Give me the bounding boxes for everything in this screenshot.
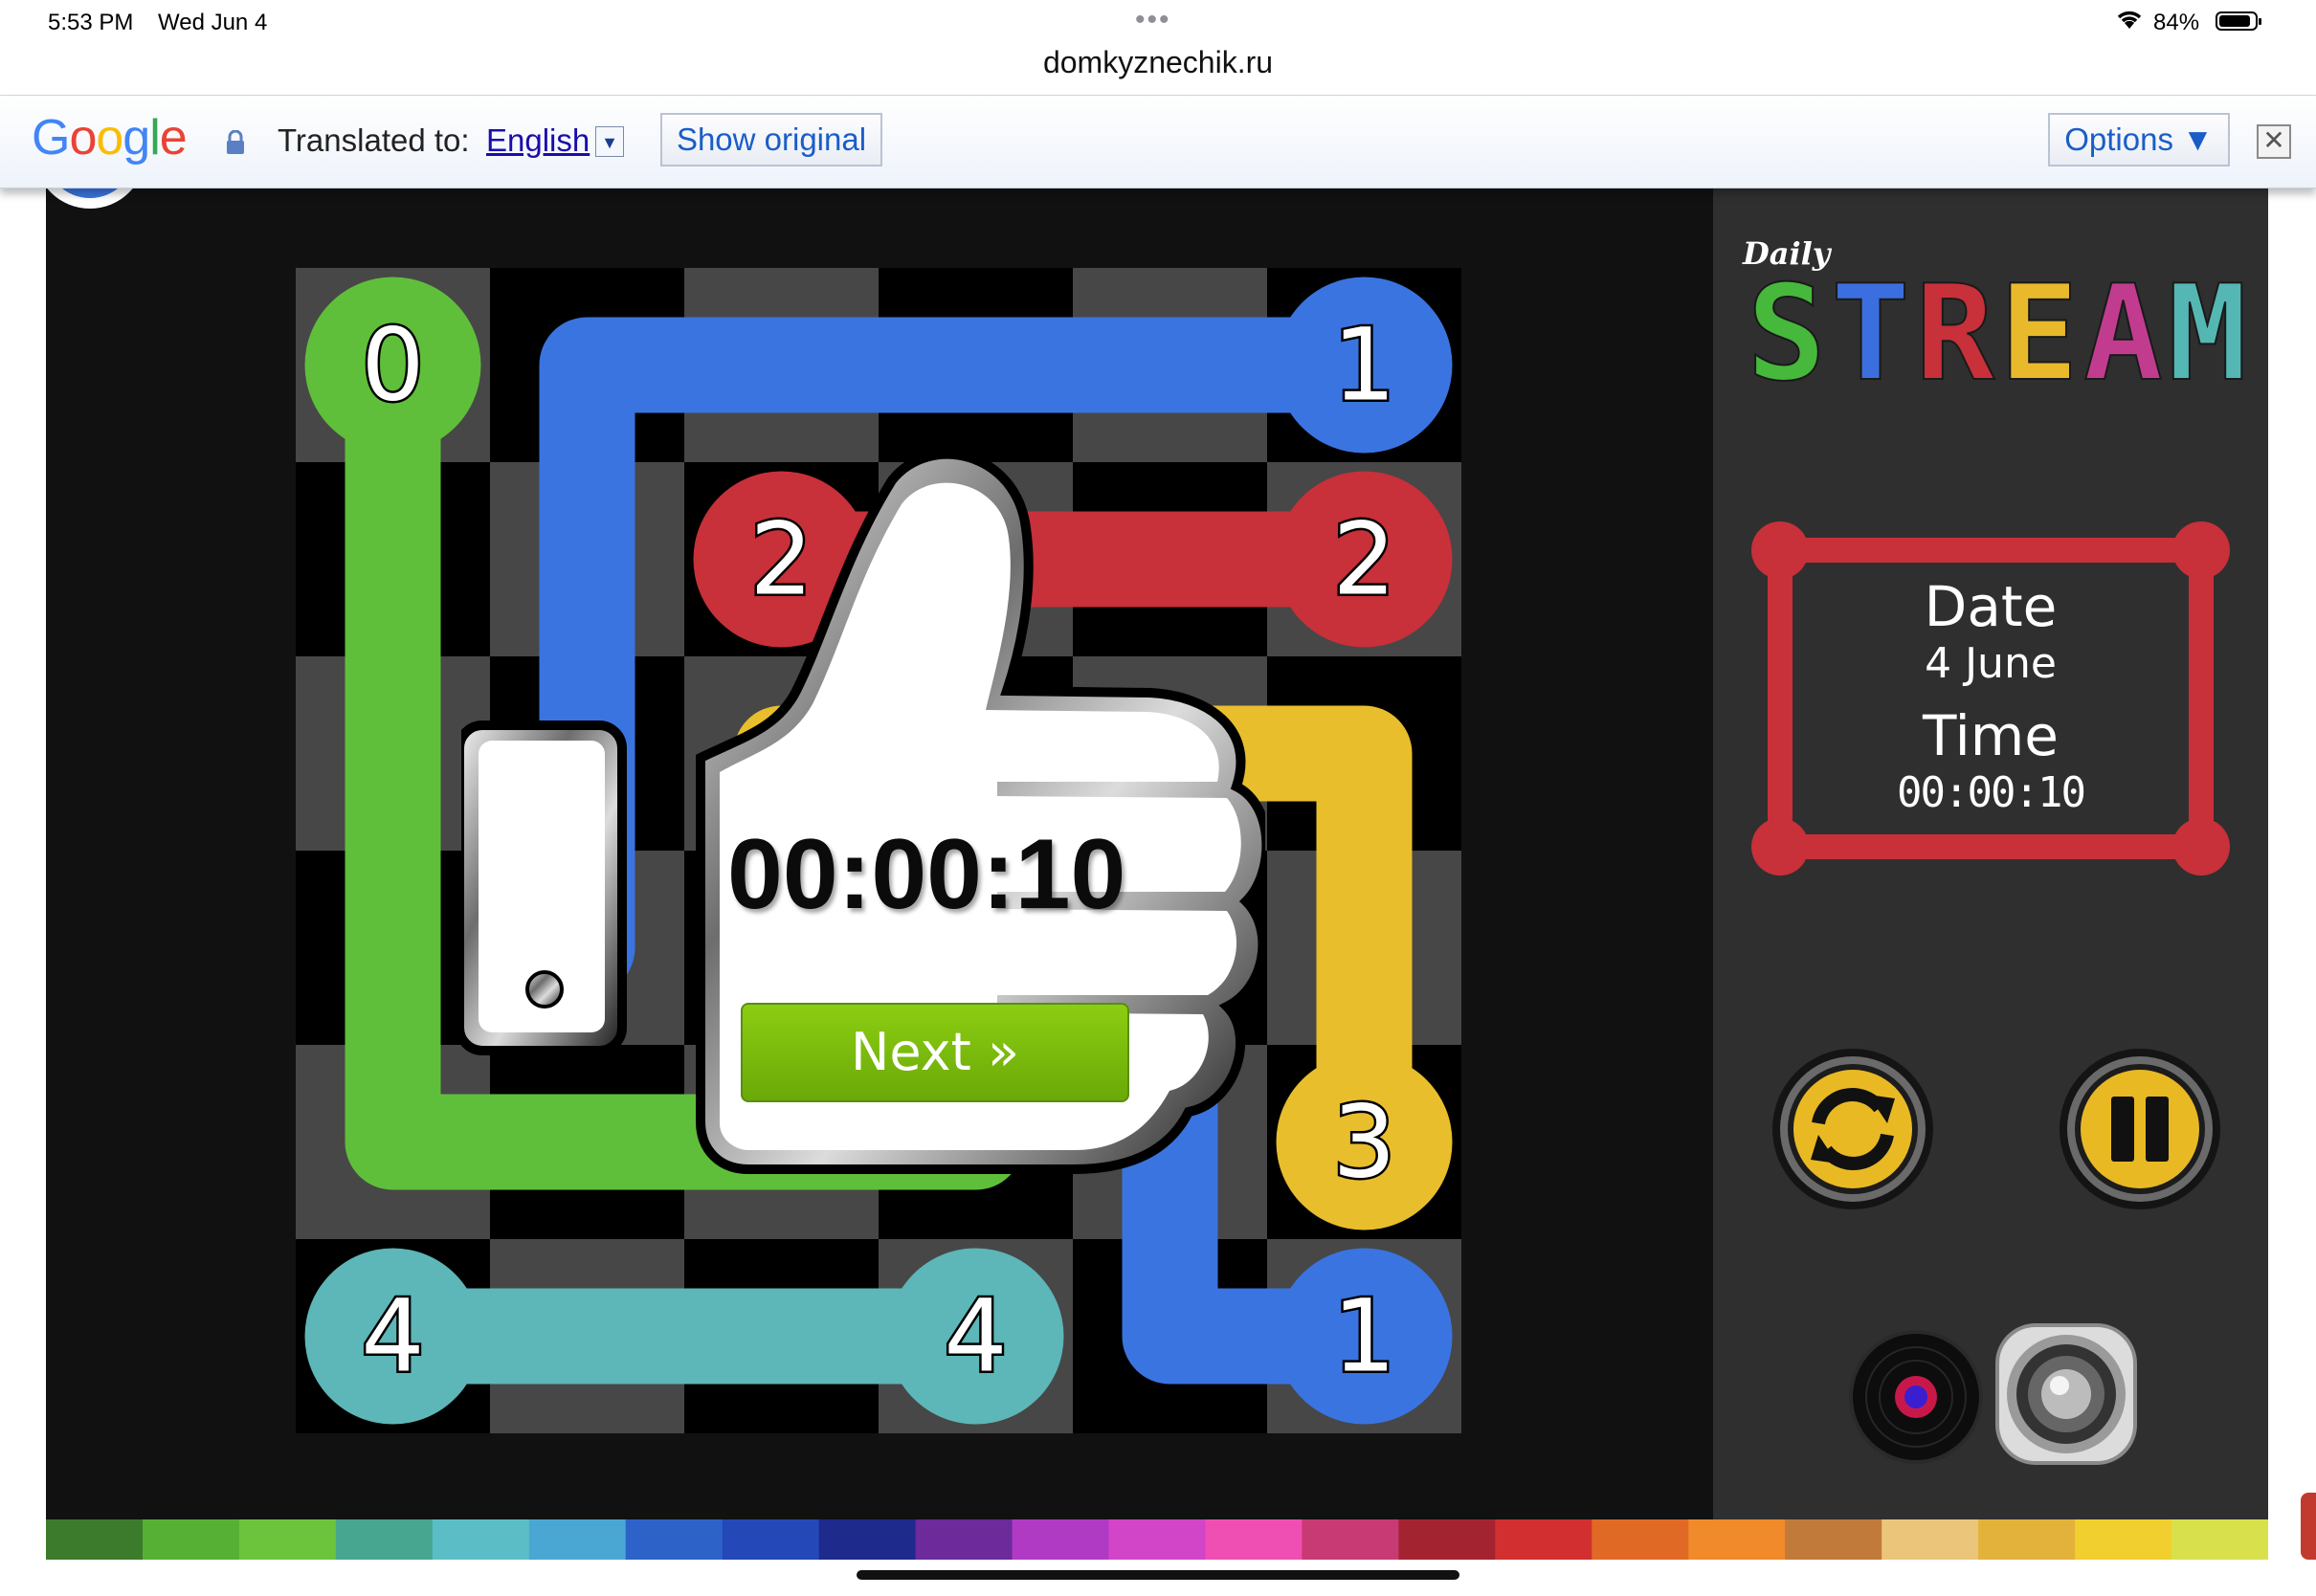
- music-record-icon: [1849, 1330, 1983, 1464]
- speaker-icon: [1995, 1323, 2137, 1465]
- palette-swatch: [2171, 1519, 2268, 1560]
- wifi-icon: [2117, 11, 2142, 29]
- palette-swatch: [818, 1519, 917, 1560]
- language-dropdown-icon[interactable]: ▼: [595, 126, 624, 157]
- edge-tab[interactable]: [2301, 1493, 2316, 1560]
- home-indicator[interactable]: [857, 1570, 1459, 1580]
- palette-swatch: [625, 1519, 724, 1560]
- logo-letter: M: [2168, 256, 2247, 398]
- logo-letter: S: [1747, 256, 1826, 398]
- palette-swatch: [915, 1519, 1013, 1560]
- daily-stream-logo: Daily STREAM: [1742, 235, 2248, 398]
- battery-icon: [2216, 11, 2261, 31]
- palette-swatch: [1302, 1519, 1400, 1560]
- palette-swatch: [1205, 1519, 1303, 1560]
- lock-icon: [227, 130, 244, 154]
- status-date: Wed Jun 4: [158, 10, 268, 35]
- google-logo: Google: [32, 110, 188, 166]
- translated-to-label: Translated to:: [278, 122, 470, 158]
- palette-swatch: [1978, 1519, 2077, 1560]
- palette-swatch: [432, 1519, 530, 1560]
- close-translate-button[interactable]: ✕: [2257, 124, 2291, 159]
- palette-swatch: [1882, 1519, 1980, 1560]
- time-label: Time: [1923, 703, 2059, 768]
- endpoint-label: 0: [361, 307, 424, 424]
- date-label: Date: [1924, 574, 2058, 639]
- music-toggle-button[interactable]: [1847, 1328, 1985, 1466]
- show-original-button[interactable]: Show original: [660, 113, 882, 166]
- completion-time: 00:00:10: [727, 819, 1126, 930]
- endpoint-label: 1: [1332, 1278, 1395, 1395]
- battery-percent: 84%: [2153, 10, 2200, 35]
- endpoint-label: 4: [361, 1278, 424, 1395]
- logo-letter: T: [1831, 256, 1910, 398]
- palette-swatch: [1495, 1519, 1593, 1560]
- timer-value: 00:00:10: [1897, 768, 2086, 817]
- palette-swatch: [46, 1519, 144, 1560]
- language-link[interactable]: English: [486, 122, 590, 159]
- palette-swatch: [335, 1519, 434, 1560]
- thumb-cuff: [461, 720, 627, 1055]
- logo-letter: R: [1915, 256, 1995, 398]
- palette-swatch: [722, 1519, 820, 1560]
- multitasking-dots-icon[interactable]: •••: [1135, 4, 1171, 36]
- status-time: 5:53 PM: [48, 10, 134, 35]
- palette-swatch: [1592, 1519, 1690, 1560]
- palette-swatch: [528, 1519, 627, 1560]
- palette-swatch: [143, 1519, 240, 1560]
- endpoint-label: 2: [1332, 501, 1395, 618]
- palette-swatch: [1785, 1519, 1883, 1560]
- color-palette-strip: [46, 1519, 2268, 1560]
- logo-letter: E: [1999, 256, 2079, 398]
- next-puzzle-button[interactable]: Next »: [741, 1003, 1129, 1102]
- endpoint-label: 4: [944, 1278, 1007, 1395]
- options-button[interactable]: Options ▼: [2048, 113, 2230, 166]
- date-value: 4 June: [1925, 639, 2057, 688]
- palette-swatch: [1108, 1519, 1207, 1560]
- palette-swatch: [2075, 1519, 2173, 1560]
- url-bar[interactable]: domkyznechik.ru: [0, 38, 2316, 96]
- pause-button[interactable]: [2056, 1045, 2224, 1213]
- restart-button[interactable]: [1769, 1045, 1937, 1213]
- palette-swatch: [1688, 1519, 1787, 1560]
- palette-swatch: [238, 1519, 337, 1560]
- palette-swatch: [1398, 1519, 1497, 1560]
- sound-toggle-button[interactable]: [1994, 1322, 2138, 1466]
- google-translate-bar: Google Translated to: English ▼ Show ori…: [0, 96, 2316, 188]
- endpoint-label: 1: [1332, 307, 1395, 424]
- palette-swatch: [1012, 1519, 1110, 1560]
- endpoint-label: 3: [1332, 1084, 1395, 1201]
- logo-letter: A: [2083, 256, 2163, 398]
